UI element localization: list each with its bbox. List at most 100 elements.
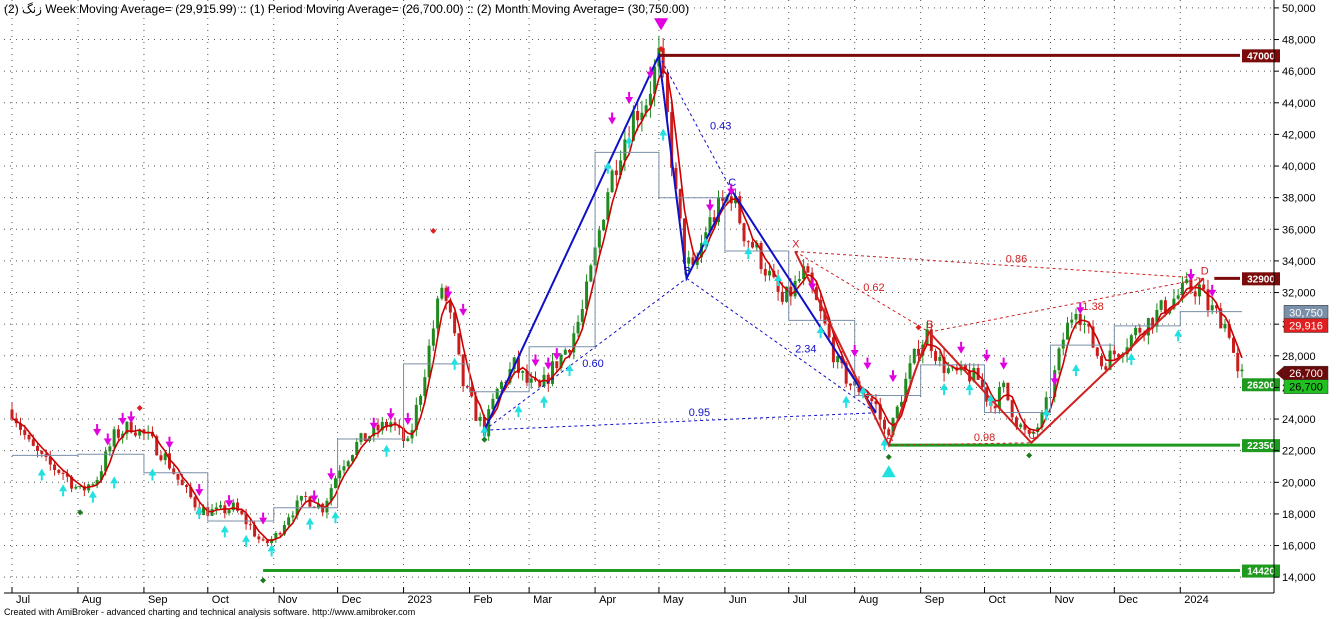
candle-body (1078, 314, 1082, 325)
week-ma-badge-text: 29,916 (1289, 321, 1323, 333)
candle-body (1010, 400, 1014, 418)
candle-body (563, 349, 567, 355)
candle-body (934, 351, 938, 361)
candle-body (36, 445, 40, 451)
red-point-label: D (1201, 265, 1209, 277)
red-point-label: C (1028, 430, 1036, 442)
x-tick-label: Nov (278, 594, 298, 606)
candle-body (193, 497, 197, 508)
candle-body (1159, 300, 1163, 310)
candle-body (23, 429, 27, 435)
x-tick-label: 2024 (1184, 594, 1208, 606)
level-label: 47000 (1247, 51, 1275, 62)
candle-body (848, 383, 852, 386)
y-tick-label: 50,000 (1282, 3, 1316, 15)
x-tick-label: 2023 (408, 594, 432, 606)
candle-body (31, 439, 35, 446)
candle-body (1185, 279, 1189, 284)
candle-body (1193, 291, 1197, 297)
candle-body (742, 223, 746, 242)
blue-ratio-label: 0.60 (582, 358, 603, 370)
chart-header: زنگ (2) Week Moving Average= (29,915.99)… (4, 2, 689, 16)
candle-body (10, 409, 14, 419)
blue-point-label: B (684, 265, 691, 277)
candle-body (291, 515, 295, 518)
period-ma-badge-text: 26,700 (1289, 382, 1323, 394)
x-tick-label: Sep (148, 594, 168, 606)
candle-body (219, 505, 223, 508)
price-chart[interactable]: 47000 32900 22350 26200 14420 B C 0.43 0.60 2.34… (0, 0, 1336, 619)
candle-body (997, 387, 1001, 409)
candle-body (1138, 327, 1142, 333)
candle-body (278, 533, 282, 535)
candle-body (908, 363, 912, 379)
candle-body (597, 230, 601, 248)
candle-body (108, 446, 112, 452)
x-tick-label: Jul (16, 594, 30, 606)
candle-body (1202, 284, 1206, 290)
candle-body (589, 265, 593, 282)
x-tick-label: Feb (474, 594, 493, 606)
x-tick-label: Apr (599, 594, 616, 606)
red-point-label: B (926, 319, 933, 331)
candle-body (287, 517, 291, 526)
candle-body (912, 348, 916, 364)
candle-body (1104, 366, 1108, 370)
candle-body (568, 349, 572, 353)
x-tick-label: Aug (859, 594, 879, 606)
candle-body (261, 539, 265, 541)
candle-body (461, 354, 465, 387)
level-label: 26200 (1247, 380, 1275, 391)
candle-body (299, 495, 303, 501)
x-tick-label: May (663, 594, 684, 606)
y-tick-label: 36,000 (1282, 224, 1316, 236)
candle-body (91, 484, 95, 486)
red-ratio-label: 0.98 (974, 432, 995, 444)
candle-body (614, 170, 618, 176)
candle-body (248, 524, 252, 526)
y-tick-label: 18,000 (1282, 509, 1316, 521)
level-label: 32900 (1247, 274, 1275, 285)
y-tick-label: 44,000 (1282, 98, 1316, 110)
y-tick-label: 38,000 (1282, 193, 1316, 205)
candle-body (116, 429, 120, 438)
candle-body (882, 419, 886, 430)
candle-body (304, 495, 308, 497)
candle-body (759, 243, 763, 270)
candle-body (436, 298, 440, 329)
candle-body (133, 432, 137, 436)
candle-body (427, 345, 431, 378)
candle-body (359, 433, 363, 443)
y-tick-label: 16,000 (1282, 541, 1316, 553)
candle-body (112, 429, 116, 447)
x-tick-label: Aug (82, 594, 102, 606)
y-tick-label: 48,000 (1282, 35, 1316, 47)
month-ma-badge-text: 30,750 (1289, 307, 1323, 319)
candle-body (1019, 424, 1023, 428)
candle-body (244, 514, 248, 525)
candle-body (184, 485, 188, 488)
level-label: 22350 (1247, 441, 1275, 452)
red-ratio-label: 1.38 (1082, 301, 1103, 313)
blue-ratio-label: 2.34 (795, 344, 816, 356)
candle-body (1002, 382, 1006, 388)
candle-body (576, 321, 580, 334)
x-tick-label: Jul (793, 594, 807, 606)
candle-body (333, 478, 337, 489)
candle-body (440, 287, 444, 299)
x-tick-label: Sep (925, 594, 945, 606)
candle-body (338, 470, 342, 479)
x-tick-label: Oct (212, 594, 229, 606)
chart-footer: Created with AmiBroker - advanced charti… (4, 607, 415, 617)
candle-body (1210, 305, 1214, 311)
red-point-label: A (886, 432, 894, 444)
y-tick-label: 46,000 (1282, 66, 1316, 78)
y-tick-label: 20,000 (1282, 477, 1316, 489)
candle-body (797, 279, 801, 282)
candle-body (1061, 339, 1065, 349)
red-ratio-label: 0.62 (863, 282, 884, 294)
candle-body (180, 479, 184, 486)
candle-body (431, 328, 435, 346)
candle-body (1240, 369, 1244, 372)
candle-body (465, 386, 469, 388)
